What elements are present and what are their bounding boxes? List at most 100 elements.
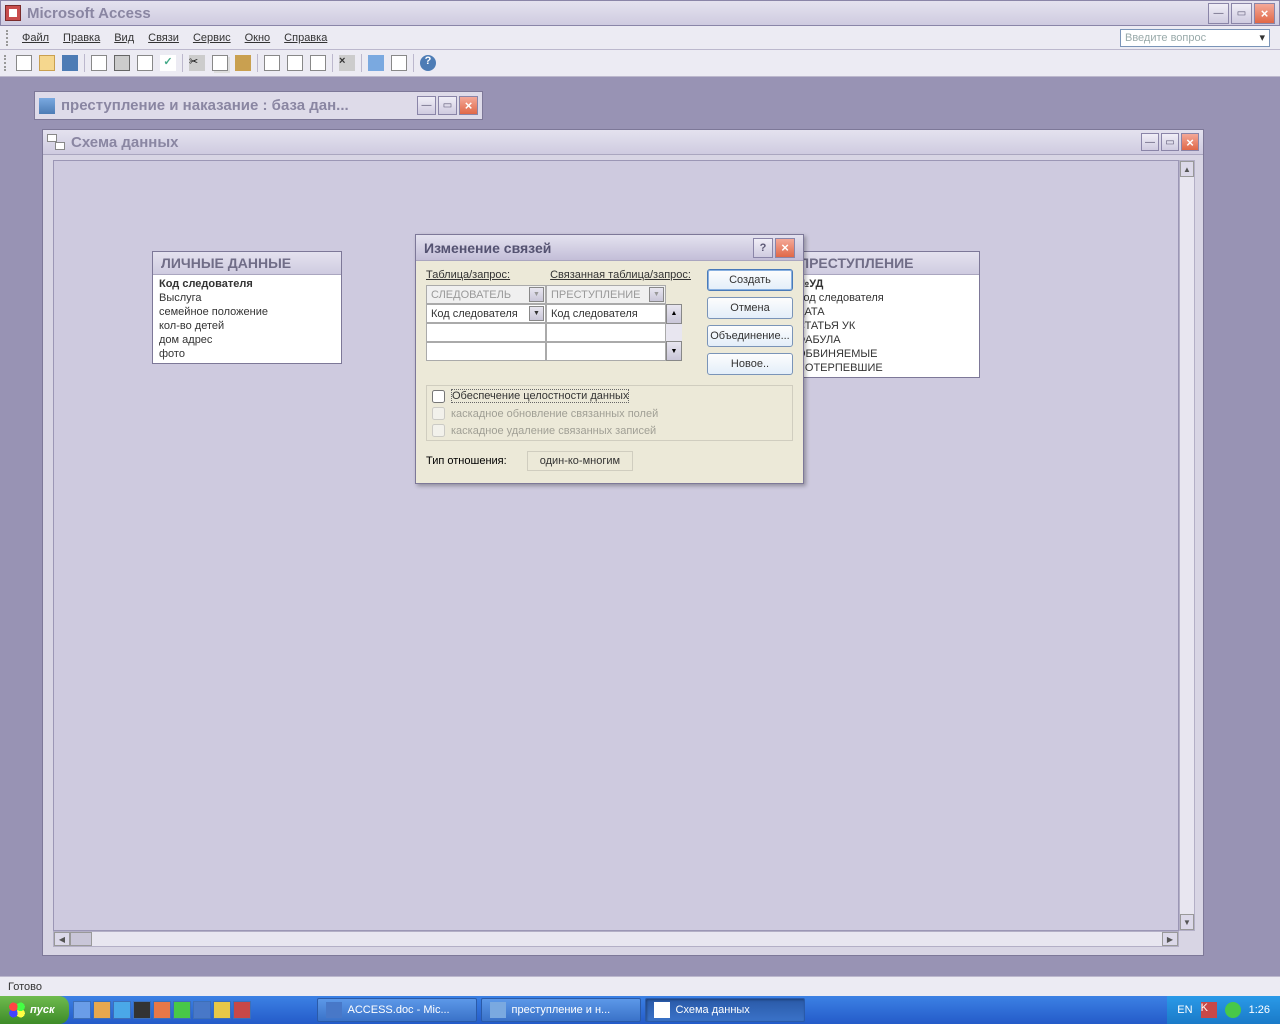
schema-horizontal-scrollbar[interactable]: ◀ ▶ xyxy=(53,931,1179,947)
show-all-button[interactable] xyxy=(307,52,329,74)
search-button[interactable] xyxy=(88,52,110,74)
field-empty-cell[interactable] xyxy=(546,323,666,342)
quicklaunch-icon[interactable] xyxy=(113,1001,131,1019)
scroll-up-icon[interactable]: ▲ xyxy=(666,304,682,324)
toolbar-grip[interactable] xyxy=(4,55,8,71)
field-left-combo[interactable]: Код следователя▼ xyxy=(426,304,546,323)
preview-button[interactable] xyxy=(134,52,156,74)
table-row[interactable]: №УД xyxy=(795,277,975,291)
dbwin-close-button[interactable]: × xyxy=(459,96,478,115)
language-indicator[interactable]: EN xyxy=(1177,1004,1192,1016)
quicklaunch-icon[interactable] xyxy=(233,1001,251,1019)
new-button[interactable] xyxy=(13,52,35,74)
menu-view[interactable]: Вид xyxy=(108,30,140,46)
menubar-grip[interactable] xyxy=(6,30,10,46)
cut-button[interactable]: ✂ xyxy=(186,52,208,74)
table-row[interactable]: СТАТЬЯ УК xyxy=(795,319,975,333)
spell-button[interactable]: ✓ xyxy=(157,52,179,74)
table-row[interactable]: Выслуга xyxy=(157,291,337,305)
dbwin-maximize-button[interactable]: ▭ xyxy=(438,96,457,115)
minimize-button[interactable]: — xyxy=(1208,3,1229,24)
quicklaunch-icon[interactable] xyxy=(213,1001,231,1019)
clock[interactable]: 1:26 xyxy=(1249,1004,1270,1016)
quicklaunch-icon[interactable] xyxy=(153,1001,171,1019)
dialog-titlebar[interactable]: Изменение связей ? × xyxy=(416,235,803,261)
table-combo[interactable]: СЛЕДОВАТЕЛЬ▼ xyxy=(426,285,546,304)
new-button[interactable]: Новое.. xyxy=(707,353,793,375)
schema-window-title: Схема данных xyxy=(71,134,1141,151)
menu-window[interactable]: Окно xyxy=(239,30,277,46)
scroll-thumb[interactable] xyxy=(70,932,92,946)
help-question-input[interactable]: Введите вопрос▾ xyxy=(1120,29,1270,47)
tray-kaspersky-icon[interactable]: K xyxy=(1201,1002,1217,1018)
table-row[interactable]: кол-во детей xyxy=(157,319,337,333)
field-scrollbar[interactable]: ▲ ▼ xyxy=(666,304,682,361)
schema-vertical-scrollbar[interactable]: ▲ ▼ xyxy=(1179,160,1195,931)
create-button[interactable]: Создать xyxy=(707,269,793,291)
menu-help[interactable]: Справка xyxy=(278,30,333,46)
open-button[interactable] xyxy=(36,52,58,74)
table-crime[interactable]: ПРЕСТУПЛЕНИЕ №УД Код следователя ДАТА СТ… xyxy=(790,251,980,378)
clear-layout-button[interactable]: × xyxy=(336,52,358,74)
quicklaunch-icon[interactable] xyxy=(193,1001,211,1019)
menu-edit[interactable]: Правка xyxy=(57,30,106,46)
table-row[interactable]: фото xyxy=(157,347,337,361)
quicklaunch-icon[interactable] xyxy=(93,1001,111,1019)
database-window-title: преступление и наказание : база дан... xyxy=(61,97,417,114)
tray-icon[interactable] xyxy=(1225,1002,1241,1018)
table-personal-data[interactable]: ЛИЧНЫЕ ДАННЫЕ Код следователя Выслуга се… xyxy=(152,251,342,364)
related-table-combo[interactable]: ПРЕСТУПЛЕНИЕ▼ xyxy=(546,285,666,304)
field-empty-cell[interactable] xyxy=(546,342,666,361)
new-object-button[interactable] xyxy=(388,52,410,74)
dialog-close-button[interactable]: × xyxy=(775,238,795,258)
menu-service[interactable]: Сервис xyxy=(187,30,237,46)
scroll-right-icon[interactable]: ▶ xyxy=(1162,932,1178,946)
menu-relations[interactable]: Связи xyxy=(142,30,185,46)
table-row[interactable]: ДАТА xyxy=(795,305,975,319)
taskbar-task-schema[interactable]: Схема данных xyxy=(645,998,805,1022)
quicklaunch-icon[interactable] xyxy=(133,1001,151,1019)
schema-maximize-button[interactable]: ▭ xyxy=(1161,133,1179,151)
field-right-cell[interactable]: Код следователя xyxy=(546,304,666,323)
print-button[interactable] xyxy=(111,52,133,74)
schema-minimize-button[interactable]: — xyxy=(1141,133,1159,151)
table-row[interactable]: семейное положение xyxy=(157,305,337,319)
save-button[interactable] xyxy=(59,52,81,74)
field-empty-cell[interactable] xyxy=(426,342,546,361)
quicklaunch-icon[interactable] xyxy=(173,1001,191,1019)
field-empty-cell[interactable] xyxy=(426,323,546,342)
db-window-button[interactable] xyxy=(365,52,387,74)
close-button[interactable]: × xyxy=(1254,3,1275,24)
cancel-button[interactable]: Отмена xyxy=(707,297,793,319)
table-row[interactable]: Код следователя xyxy=(795,291,975,305)
scroll-down-icon[interactable]: ▼ xyxy=(666,341,682,361)
table-row[interactable]: дом адрес xyxy=(157,333,337,347)
schema-close-button[interactable]: × xyxy=(1181,133,1199,151)
database-window[interactable]: преступление и наказание : база дан... —… xyxy=(34,91,483,120)
table-row[interactable]: ПОТЕРПЕВШИЕ xyxy=(795,361,975,375)
table-row[interactable]: ФАБУЛА xyxy=(795,333,975,347)
show-direct-button[interactable] xyxy=(284,52,306,74)
schema-window-titlebar[interactable]: Схема данных — ▭ × xyxy=(43,130,1203,155)
windows-flag-icon xyxy=(8,1002,26,1018)
scroll-left-icon[interactable]: ◀ xyxy=(54,932,70,946)
show-table-button[interactable] xyxy=(261,52,283,74)
taskbar-task-access-db[interactable]: преступление и н... xyxy=(481,998,641,1022)
paste-button[interactable] xyxy=(232,52,254,74)
quicklaunch-icon[interactable] xyxy=(73,1001,91,1019)
help-button[interactable]: ? xyxy=(417,52,439,74)
integrity-checkbox[interactable]: Обеспечение целостности данных xyxy=(428,387,791,405)
start-button[interactable]: пуск xyxy=(0,996,69,1024)
copy-button[interactable] xyxy=(209,52,231,74)
menu-file[interactable]: Файл xyxy=(16,30,55,46)
word-icon xyxy=(326,1002,342,1018)
dialog-help-button[interactable]: ? xyxy=(753,238,773,258)
dbwin-minimize-button[interactable]: — xyxy=(417,96,436,115)
scroll-up-icon[interactable]: ▲ xyxy=(1180,161,1194,177)
table-row[interactable]: ОБВИНЯЕМЫЕ xyxy=(795,347,975,361)
maximize-button[interactable]: ▭ xyxy=(1231,3,1252,24)
join-type-button[interactable]: Объединение... xyxy=(707,325,793,347)
taskbar-task-word[interactable]: ACCESS.doc - Mic... xyxy=(317,998,477,1022)
scroll-down-icon[interactable]: ▼ xyxy=(1180,914,1194,930)
table-row[interactable]: Код следователя xyxy=(157,277,337,291)
